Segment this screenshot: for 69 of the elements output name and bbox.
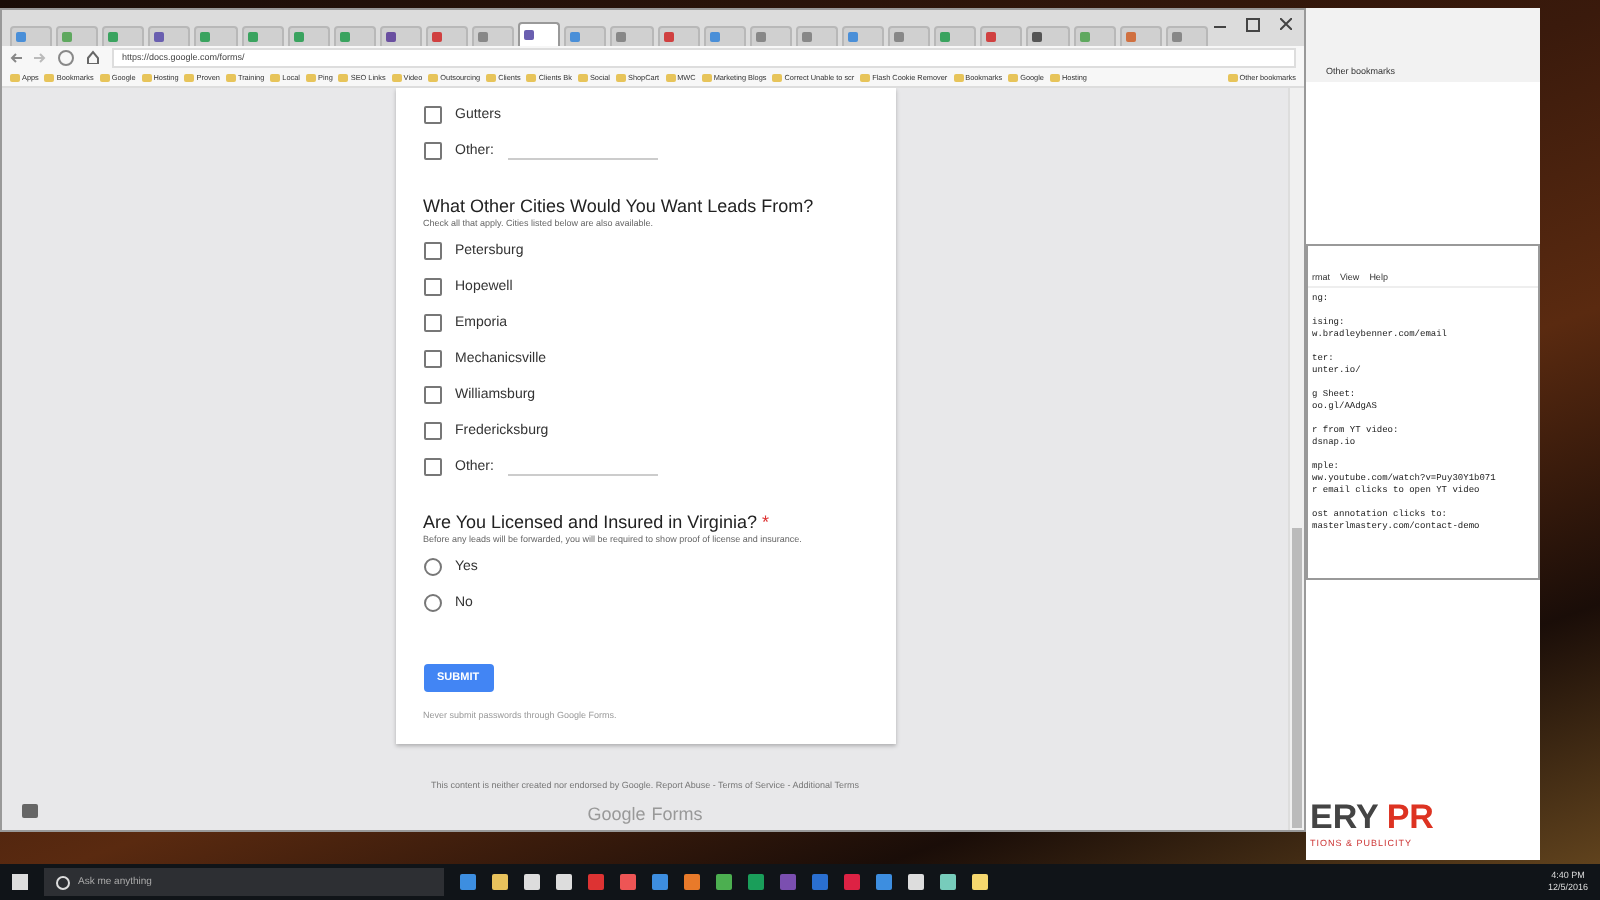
folder-icon	[44, 73, 55, 81]
browser-tab[interactable]	[1026, 26, 1070, 46]
checkbox[interactable]	[423, 457, 441, 475]
folder-icon	[141, 73, 152, 81]
browser-tab[interactable]	[472, 26, 515, 46]
google-forms-logo: Google Forms	[587, 804, 703, 824]
folder-icon	[225, 73, 236, 81]
browser-tab[interactable]	[148, 26, 191, 46]
forward-arrow-icon[interactable]	[34, 51, 46, 63]
browser-tab[interactable]	[980, 26, 1023, 46]
browser-tab[interactable]	[287, 26, 330, 46]
checkbox[interactable]	[423, 313, 441, 331]
folder-icon	[428, 73, 439, 81]
browser-tab[interactable]	[795, 26, 838, 46]
browser-tab[interactable]	[657, 26, 700, 46]
question-title: What Other Cities Would You Want Leads From?	[423, 196, 816, 216]
browser-tab[interactable]	[564, 26, 607, 46]
folder-icon	[10, 73, 20, 81]
start-icon[interactable]	[12, 874, 28, 890]
browser-tab[interactable]	[10, 26, 53, 46]
checkbox[interactable]	[423, 277, 441, 295]
back-arrow-icon[interactable]	[10, 51, 22, 63]
folder-icon	[338, 73, 349, 81]
search-icon	[56, 875, 70, 889]
radio-button[interactable]	[423, 593, 441, 611]
folder-icon	[99, 73, 110, 81]
folder-icon	[772, 73, 783, 81]
browser-tab[interactable]	[610, 26, 654, 46]
checkbox[interactable]	[423, 349, 441, 367]
radio-button[interactable]	[423, 557, 441, 575]
folder-icon	[305, 73, 316, 81]
folder-icon	[665, 73, 676, 81]
browser-tab[interactable]	[102, 26, 145, 46]
browser-tab[interactable]	[703, 26, 746, 46]
browser-tab[interactable]	[241, 26, 284, 46]
reload-icon[interactable]	[58, 49, 74, 65]
checkbox[interactable]	[423, 421, 441, 439]
browser-tab[interactable]	[518, 22, 561, 46]
browser-tab[interactable]	[841, 26, 885, 46]
browser-tab[interactable]	[425, 26, 469, 46]
browser-tab[interactable]	[888, 26, 931, 46]
checkbox[interactable]	[423, 385, 441, 403]
browser-tab[interactable]	[333, 26, 376, 46]
company-logo: ERY PR	[1310, 798, 1436, 838]
folder-icon	[270, 73, 281, 81]
folder-icon	[184, 73, 195, 81]
folder-icon	[616, 73, 626, 81]
folder-icon	[526, 73, 537, 81]
folder-icon	[391, 73, 402, 81]
browser-tab[interactable]	[934, 26, 977, 46]
browser-tab[interactable]	[1119, 26, 1162, 46]
folder-icon	[1008, 73, 1019, 81]
browser-tab[interactable]	[749, 26, 792, 46]
folder-icon	[701, 73, 712, 81]
folder-icon	[1227, 73, 1238, 81]
folder-icon	[486, 73, 497, 81]
checkbox[interactable]	[423, 241, 441, 259]
scrollbar-thumb[interactable]	[1292, 528, 1302, 828]
folder-icon	[953, 73, 964, 81]
folder-icon	[577, 73, 588, 81]
folder-icon	[1049, 73, 1060, 81]
close-icon[interactable]	[1280, 18, 1292, 30]
question-title: Are You Licensed and Insured in Virginia? *	[423, 512, 771, 532]
maximize-icon[interactable]	[1246, 18, 1260, 32]
checkbox[interactable]	[423, 105, 441, 123]
home-icon[interactable]	[86, 50, 100, 64]
browser-tab[interactable]	[379, 26, 422, 46]
folder-icon	[860, 73, 871, 81]
checkbox[interactable]	[423, 141, 441, 159]
